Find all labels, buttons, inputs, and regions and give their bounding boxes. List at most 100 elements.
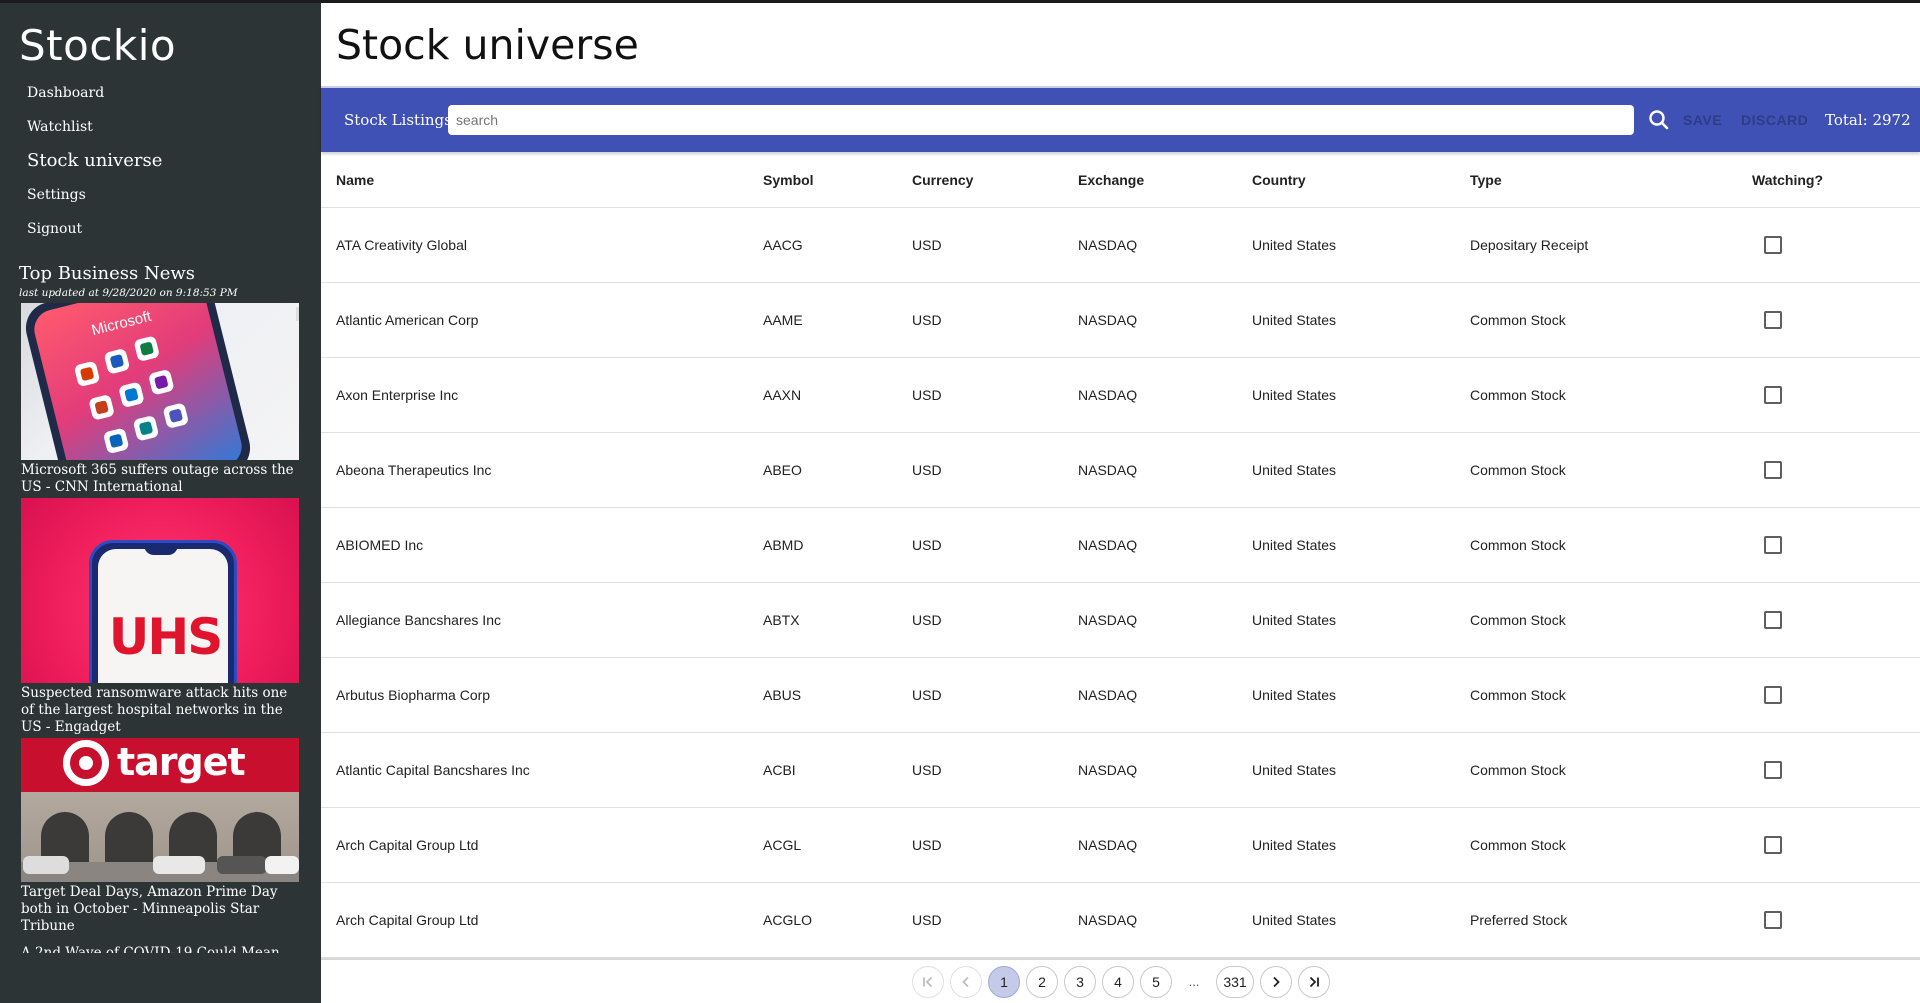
target-store-image: target — [21, 738, 299, 882]
uhs-phone-image: UHS — [21, 498, 299, 683]
sidebar-item-settings[interactable]: Settings — [27, 183, 162, 217]
cell-country: United States — [1252, 837, 1337, 853]
sidebar-item-dashboard[interactable]: Dashboard — [27, 81, 162, 115]
cell-currency: USD — [912, 312, 942, 328]
column-header-type[interactable]: Type — [1470, 152, 1502, 208]
column-header-symbol[interactable]: Symbol — [763, 152, 814, 208]
column-header-name[interactable]: Name — [336, 152, 374, 208]
table-row: ATA Creativity Global AACG USD NASDAQ Un… — [321, 208, 1920, 283]
news-caption: Microsoft 365 suffers outage across the … — [21, 462, 294, 495]
watching-checkbox[interactable] — [1764, 236, 1782, 254]
cell-type: Common Stock — [1470, 462, 1566, 478]
cell-currency: USD — [912, 687, 942, 703]
cell-name: Arch Capital Group Ltd — [336, 837, 479, 853]
save-button[interactable]: SAVE — [1683, 112, 1722, 128]
previous-page-button[interactable] — [950, 966, 982, 998]
cell-name: Atlantic American Corp — [336, 312, 479, 328]
cell-name: Atlantic Capital Bancshares Inc — [336, 762, 530, 778]
pagination-ellipsis: ... — [1188, 974, 1200, 989]
page-button-last[interactable]: 331 — [1216, 966, 1254, 998]
cell-symbol: ACGLO — [763, 912, 813, 928]
news-item[interactable]: UHS Suspected ransomware attack hits one… — [21, 498, 299, 736]
watching-checkbox[interactable] — [1764, 386, 1782, 404]
search-input[interactable] — [448, 105, 1634, 135]
watching-checkbox[interactable] — [1764, 836, 1782, 854]
cell-country: United States — [1252, 312, 1337, 328]
cell-country: United States — [1252, 687, 1337, 703]
column-header-watching[interactable]: Watching? — [1752, 152, 1823, 208]
cell-type: Preferred Stock — [1470, 912, 1568, 928]
table-row: Arch Capital Group Ltd ACGLO USD NASDAQ … — [321, 883, 1920, 958]
watching-checkbox[interactable] — [1764, 311, 1782, 329]
cell-symbol: ACGL — [763, 837, 802, 853]
cell-name: Arch Capital Group Ltd — [336, 912, 479, 928]
cell-type: Common Stock — [1470, 687, 1566, 703]
listings-toolbar: Stock Listings SAVE DISCARD Total: 2972 — [321, 86, 1920, 152]
cell-name: Abeona Therapeutics Inc — [336, 462, 492, 478]
cell-name: ATA Creativity Global — [336, 237, 467, 253]
column-header-currency[interactable]: Currency — [912, 152, 973, 208]
table-row: Allegiance Bancshares Inc ABTX USD NASDA… — [321, 583, 1920, 658]
cell-type: Common Stock — [1470, 537, 1566, 553]
cell-currency: USD — [912, 237, 942, 253]
column-header-country[interactable]: Country — [1252, 152, 1306, 208]
discard-button[interactable]: DISCARD — [1741, 112, 1808, 128]
first-page-icon — [923, 976, 933, 988]
news-heading: Top Business News — [19, 263, 195, 284]
cell-country: United States — [1252, 237, 1337, 253]
brand-logo[interactable]: Stockio — [19, 21, 176, 70]
column-header-exchange[interactable]: Exchange — [1078, 152, 1144, 208]
table-bottom-border — [321, 958, 1920, 960]
watching-checkbox[interactable] — [1764, 611, 1782, 629]
cell-symbol: ABEO — [763, 462, 802, 478]
watching-checkbox[interactable] — [1764, 536, 1782, 554]
stock-table: Name Symbol Currency Exchange Country Ty… — [321, 152, 1920, 958]
watching-checkbox[interactable] — [1764, 761, 1782, 779]
table-row: ABIOMED Inc ABMD USD NASDAQ United State… — [321, 508, 1920, 583]
news-item[interactable]: target Target Deal Days, Amazon Prime Da… — [21, 738, 299, 935]
sidebar-item-stock-universe[interactable]: Stock universe — [27, 149, 162, 183]
cell-country: United States — [1252, 912, 1337, 928]
sidebar-item-signout[interactable]: Signout — [27, 217, 162, 251]
first-page-button[interactable] — [912, 966, 944, 998]
watching-checkbox[interactable] — [1764, 461, 1782, 479]
news-scrollbar[interactable] — [296, 307, 299, 321]
cell-type: Common Stock — [1470, 312, 1566, 328]
cell-type: Depositary Receipt — [1470, 237, 1589, 253]
microsoft-phone-image: Microsoft — [21, 303, 299, 460]
table-row: Axon Enterprise Inc AAXN USD NASDAQ Unit… — [321, 358, 1920, 433]
cell-country: United States — [1252, 462, 1337, 478]
watching-checkbox[interactable] — [1764, 911, 1782, 929]
cell-symbol: ABMD — [763, 537, 804, 553]
cell-symbol: AAME — [763, 312, 803, 328]
news-item[interactable]: Microsoft Microsoft 365 suffers outage a… — [21, 303, 299, 496]
cell-symbol: ABTX — [763, 612, 800, 628]
cell-currency: USD — [912, 537, 942, 553]
page-button-1[interactable]: 1 — [988, 966, 1020, 998]
search-icon[interactable] — [1644, 105, 1674, 135]
cell-name: Allegiance Bancshares Inc — [336, 612, 501, 628]
news-updated-timestamp: last updated at 9/28/2020 on 9:18:53 PM — [19, 287, 238, 299]
page-button-4[interactable]: 4 — [1102, 966, 1134, 998]
cell-country: United States — [1252, 537, 1337, 553]
page-button-5[interactable]: 5 — [1140, 966, 1172, 998]
sidebar-nav: Dashboard Watchlist Stock universe Setti… — [27, 81, 162, 251]
next-page-button[interactable] — [1260, 966, 1292, 998]
watching-checkbox[interactable] — [1764, 686, 1782, 704]
page-button-3[interactable]: 3 — [1064, 966, 1096, 998]
cell-currency: USD — [912, 912, 942, 928]
last-page-button[interactable] — [1298, 966, 1330, 998]
news-item-partial[interactable]: A 2nd Wave of COVID-19 Could Mean More..… — [21, 945, 299, 953]
news-list: Microsoft Microsoft 365 suffers outage a… — [21, 303, 299, 953]
cell-exchange: NASDAQ — [1078, 462, 1138, 478]
cell-symbol: AACG — [763, 237, 803, 253]
toolbar-label: Stock Listings — [344, 111, 452, 129]
cell-currency: USD — [912, 612, 942, 628]
cell-symbol: AAXN — [763, 387, 802, 403]
news-caption: Target Deal Days, Amazon Prime Day both … — [21, 884, 278, 934]
table-row: Atlantic American Corp AAME USD NASDAQ U… — [321, 283, 1920, 358]
page-button-2[interactable]: 2 — [1026, 966, 1058, 998]
cell-exchange: NASDAQ — [1078, 762, 1138, 778]
sidebar-item-watchlist[interactable]: Watchlist — [27, 115, 162, 149]
page-title: Stock universe — [336, 21, 639, 69]
